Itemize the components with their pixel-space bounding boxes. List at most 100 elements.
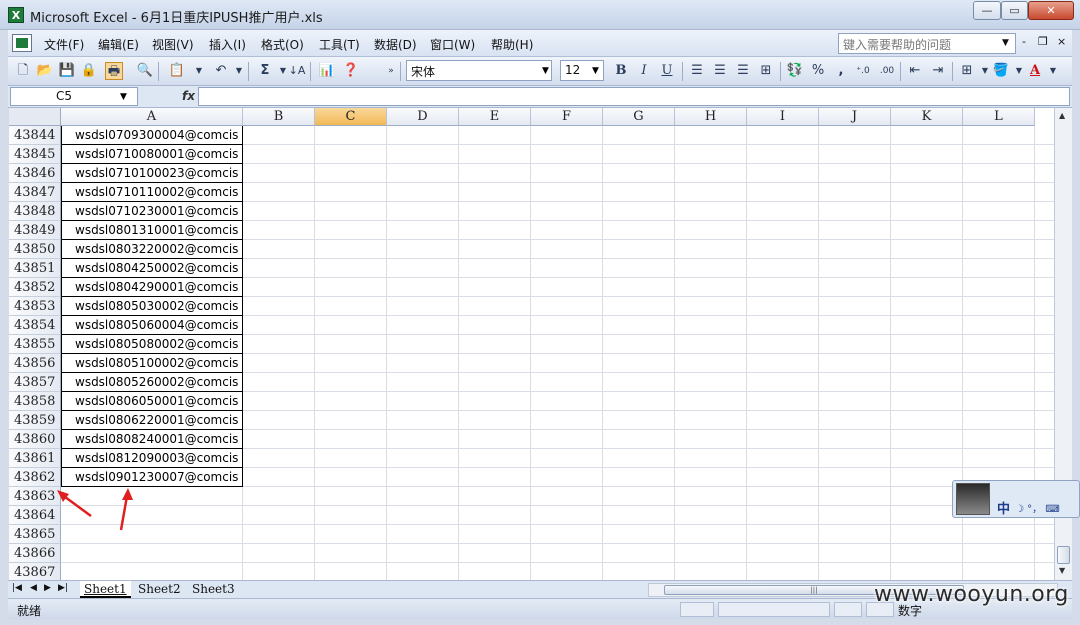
align-right-icon[interactable]: ☰ xyxy=(734,62,752,80)
menu-edit[interactable]: 编辑(E) xyxy=(98,36,139,53)
table-row[interactable] xyxy=(61,563,1054,580)
cell-a[interactable]: wsdsl0710080001@comcis xyxy=(61,145,243,164)
menu-tools[interactable]: 工具(T) xyxy=(319,36,360,53)
row-header[interactable]: 43866 xyxy=(9,544,61,563)
chevron-down-icon[interactable]: ▼ xyxy=(120,92,127,102)
menu-data[interactable]: 数据(D) xyxy=(374,36,417,53)
tab-sheet1[interactable]: Sheet1 xyxy=(80,581,131,598)
ime-toolbar[interactable]: 中 ☽ °， ⌨ xyxy=(952,480,1080,518)
column-header-c[interactable]: C xyxy=(315,108,387,126)
name-box[interactable]: C5 xyxy=(10,87,138,106)
autosum-icon[interactable]: Σ xyxy=(256,62,274,80)
doc-restore-button[interactable]: ❐ xyxy=(1038,35,1048,48)
maximize-button[interactable]: ▭ xyxy=(1001,1,1028,20)
row-header[interactable]: 43862 xyxy=(9,468,61,487)
cell-a[interactable]: wsdsl0808240001@comcis xyxy=(61,430,243,449)
menu-help[interactable]: 帮助(H) xyxy=(491,36,533,53)
table-row[interactable] xyxy=(61,544,1054,563)
currency-icon[interactable]: 💱 xyxy=(786,62,804,80)
save-icon[interactable]: 💾 xyxy=(58,62,76,80)
row-header[interactable]: 43857 xyxy=(9,373,61,392)
row-header[interactable]: 43855 xyxy=(9,335,61,354)
row-header[interactable]: 43858 xyxy=(9,392,61,411)
help-search-input[interactable]: 键入需要帮助的问题 xyxy=(838,33,1016,54)
scroll-down-icon[interactable]: ▼ xyxy=(1059,566,1065,575)
comma-style-button[interactable]: , xyxy=(832,62,850,80)
row-header[interactable]: 43852 xyxy=(9,278,61,297)
next-sheet-button[interactable]: ▶ xyxy=(44,583,51,593)
column-header-d[interactable]: D xyxy=(387,108,459,126)
row-header[interactable]: 43856 xyxy=(9,354,61,373)
percent-button[interactable]: % xyxy=(809,62,827,80)
table-row[interactable] xyxy=(61,525,1054,544)
document-icon[interactable] xyxy=(12,34,32,52)
cell-a[interactable]: wsdsl0804250002@comcis xyxy=(61,259,243,278)
scroll-up-icon[interactable]: ▲ xyxy=(1059,111,1065,120)
row-header[interactable]: 43851 xyxy=(9,259,61,278)
cell-a[interactable]: wsdsl0805100002@comcis xyxy=(61,354,243,373)
cell-a[interactable]: wsdsl0812090003@comcis xyxy=(61,449,243,468)
doc-close-button[interactable]: × xyxy=(1057,35,1066,48)
cell-a[interactable]: wsdsl0710110002@comcis xyxy=(61,183,243,202)
ime-language-toggle[interactable]: 中 xyxy=(997,498,1010,517)
row-header[interactable]: 43860 xyxy=(9,430,61,449)
row-header[interactable]: 43854 xyxy=(9,316,61,335)
table-row[interactable] xyxy=(61,506,1054,525)
chevron-down-icon[interactable]: ▼ xyxy=(542,66,549,76)
cell-a[interactable]: wsdsl0805080002@comcis xyxy=(61,335,243,354)
row-header[interactable]: 43849 xyxy=(9,221,61,240)
column-header-b[interactable]: B xyxy=(243,108,315,126)
row-header[interactable]: 43853 xyxy=(9,297,61,316)
decrease-decimal-button[interactable]: .00 xyxy=(878,62,896,80)
cell-a[interactable]: wsdsl0901230007@comcis xyxy=(61,468,243,487)
paste-icon[interactable]: 📋 xyxy=(168,62,186,80)
decrease-indent-icon[interactable]: ⇤ xyxy=(906,62,924,80)
cell-a[interactable]: wsdsl0710230001@comcis xyxy=(61,202,243,221)
column-header-k[interactable]: K xyxy=(891,108,963,126)
menu-format[interactable]: 格式(O) xyxy=(261,36,304,53)
row-header[interactable]: 43850 xyxy=(9,240,61,259)
row-header[interactable]: 43847 xyxy=(9,183,61,202)
cell-a[interactable]: wsdsl0805260002@comcis xyxy=(61,373,243,392)
merge-center-icon[interactable]: ⊞ xyxy=(757,62,775,80)
close-button[interactable]: ✕ xyxy=(1028,1,1074,20)
increase-decimal-button[interactable]: ⁺.0 xyxy=(854,62,872,80)
help-icon[interactable]: ❓ xyxy=(342,62,360,80)
prev-sheet-button[interactable]: ◀ xyxy=(30,583,37,593)
cell-a[interactable]: wsdsl0804290001@comcis xyxy=(61,278,243,297)
column-header-g[interactable]: G xyxy=(603,108,675,126)
first-sheet-button[interactable]: |◀ xyxy=(12,583,22,593)
bold-button[interactable]: B xyxy=(612,62,630,80)
ime-tool-icons[interactable]: ☽ °， ⌨ xyxy=(1015,500,1060,515)
row-header[interactable]: 43867 xyxy=(9,563,61,580)
chevron-down-icon[interactable]: ▼ xyxy=(230,62,248,80)
column-header-e[interactable]: E xyxy=(459,108,531,126)
column-header-a[interactable]: A xyxy=(61,108,243,126)
menu-view[interactable]: 视图(V) xyxy=(152,36,194,53)
minimize-button[interactable]: — xyxy=(973,1,1001,20)
tab-sheet3[interactable]: Sheet3 xyxy=(188,581,239,598)
table-row[interactable] xyxy=(61,487,1054,506)
cell-a[interactable]: wsdsl0801310001@comcis xyxy=(61,221,243,240)
align-center-icon[interactable]: ☰ xyxy=(711,62,729,80)
last-sheet-button[interactable]: ▶| xyxy=(58,583,68,593)
chevron-down-icon[interactable]: ▼ xyxy=(190,62,208,80)
menu-window[interactable]: 窗口(W) xyxy=(430,36,475,53)
borders-icon[interactable]: ⊞ xyxy=(958,62,976,80)
font-color-button[interactable]: A xyxy=(1026,62,1044,80)
menu-insert[interactable]: 插入(I) xyxy=(209,36,246,53)
tab-sheet2[interactable]: Sheet2 xyxy=(134,581,185,598)
cell-a[interactable]: wsdsl0806220001@comcis xyxy=(61,411,243,430)
cell-a[interactable]: wsdsl0803220002@comcis xyxy=(61,240,243,259)
underline-button[interactable]: U xyxy=(658,62,676,80)
column-header-l[interactable]: L xyxy=(963,108,1035,126)
chevron-down-icon[interactable]: ▼ xyxy=(592,66,599,76)
column-header-j[interactable]: J xyxy=(819,108,891,126)
scroll-thumb[interactable] xyxy=(1057,546,1070,564)
row-header[interactable]: 43845 xyxy=(9,145,61,164)
worksheet-grid[interactable]: ABCDEFGHIJKL 43844 wsdsl0709300004@comcis… xyxy=(9,108,1054,580)
row-header[interactable]: 43861 xyxy=(9,449,61,468)
cell-a[interactable]: wsdsl0805030002@comcis xyxy=(61,297,243,316)
increase-indent-icon[interactable]: ⇥ xyxy=(929,62,947,80)
insert-function-icon[interactable]: fx xyxy=(182,89,195,103)
